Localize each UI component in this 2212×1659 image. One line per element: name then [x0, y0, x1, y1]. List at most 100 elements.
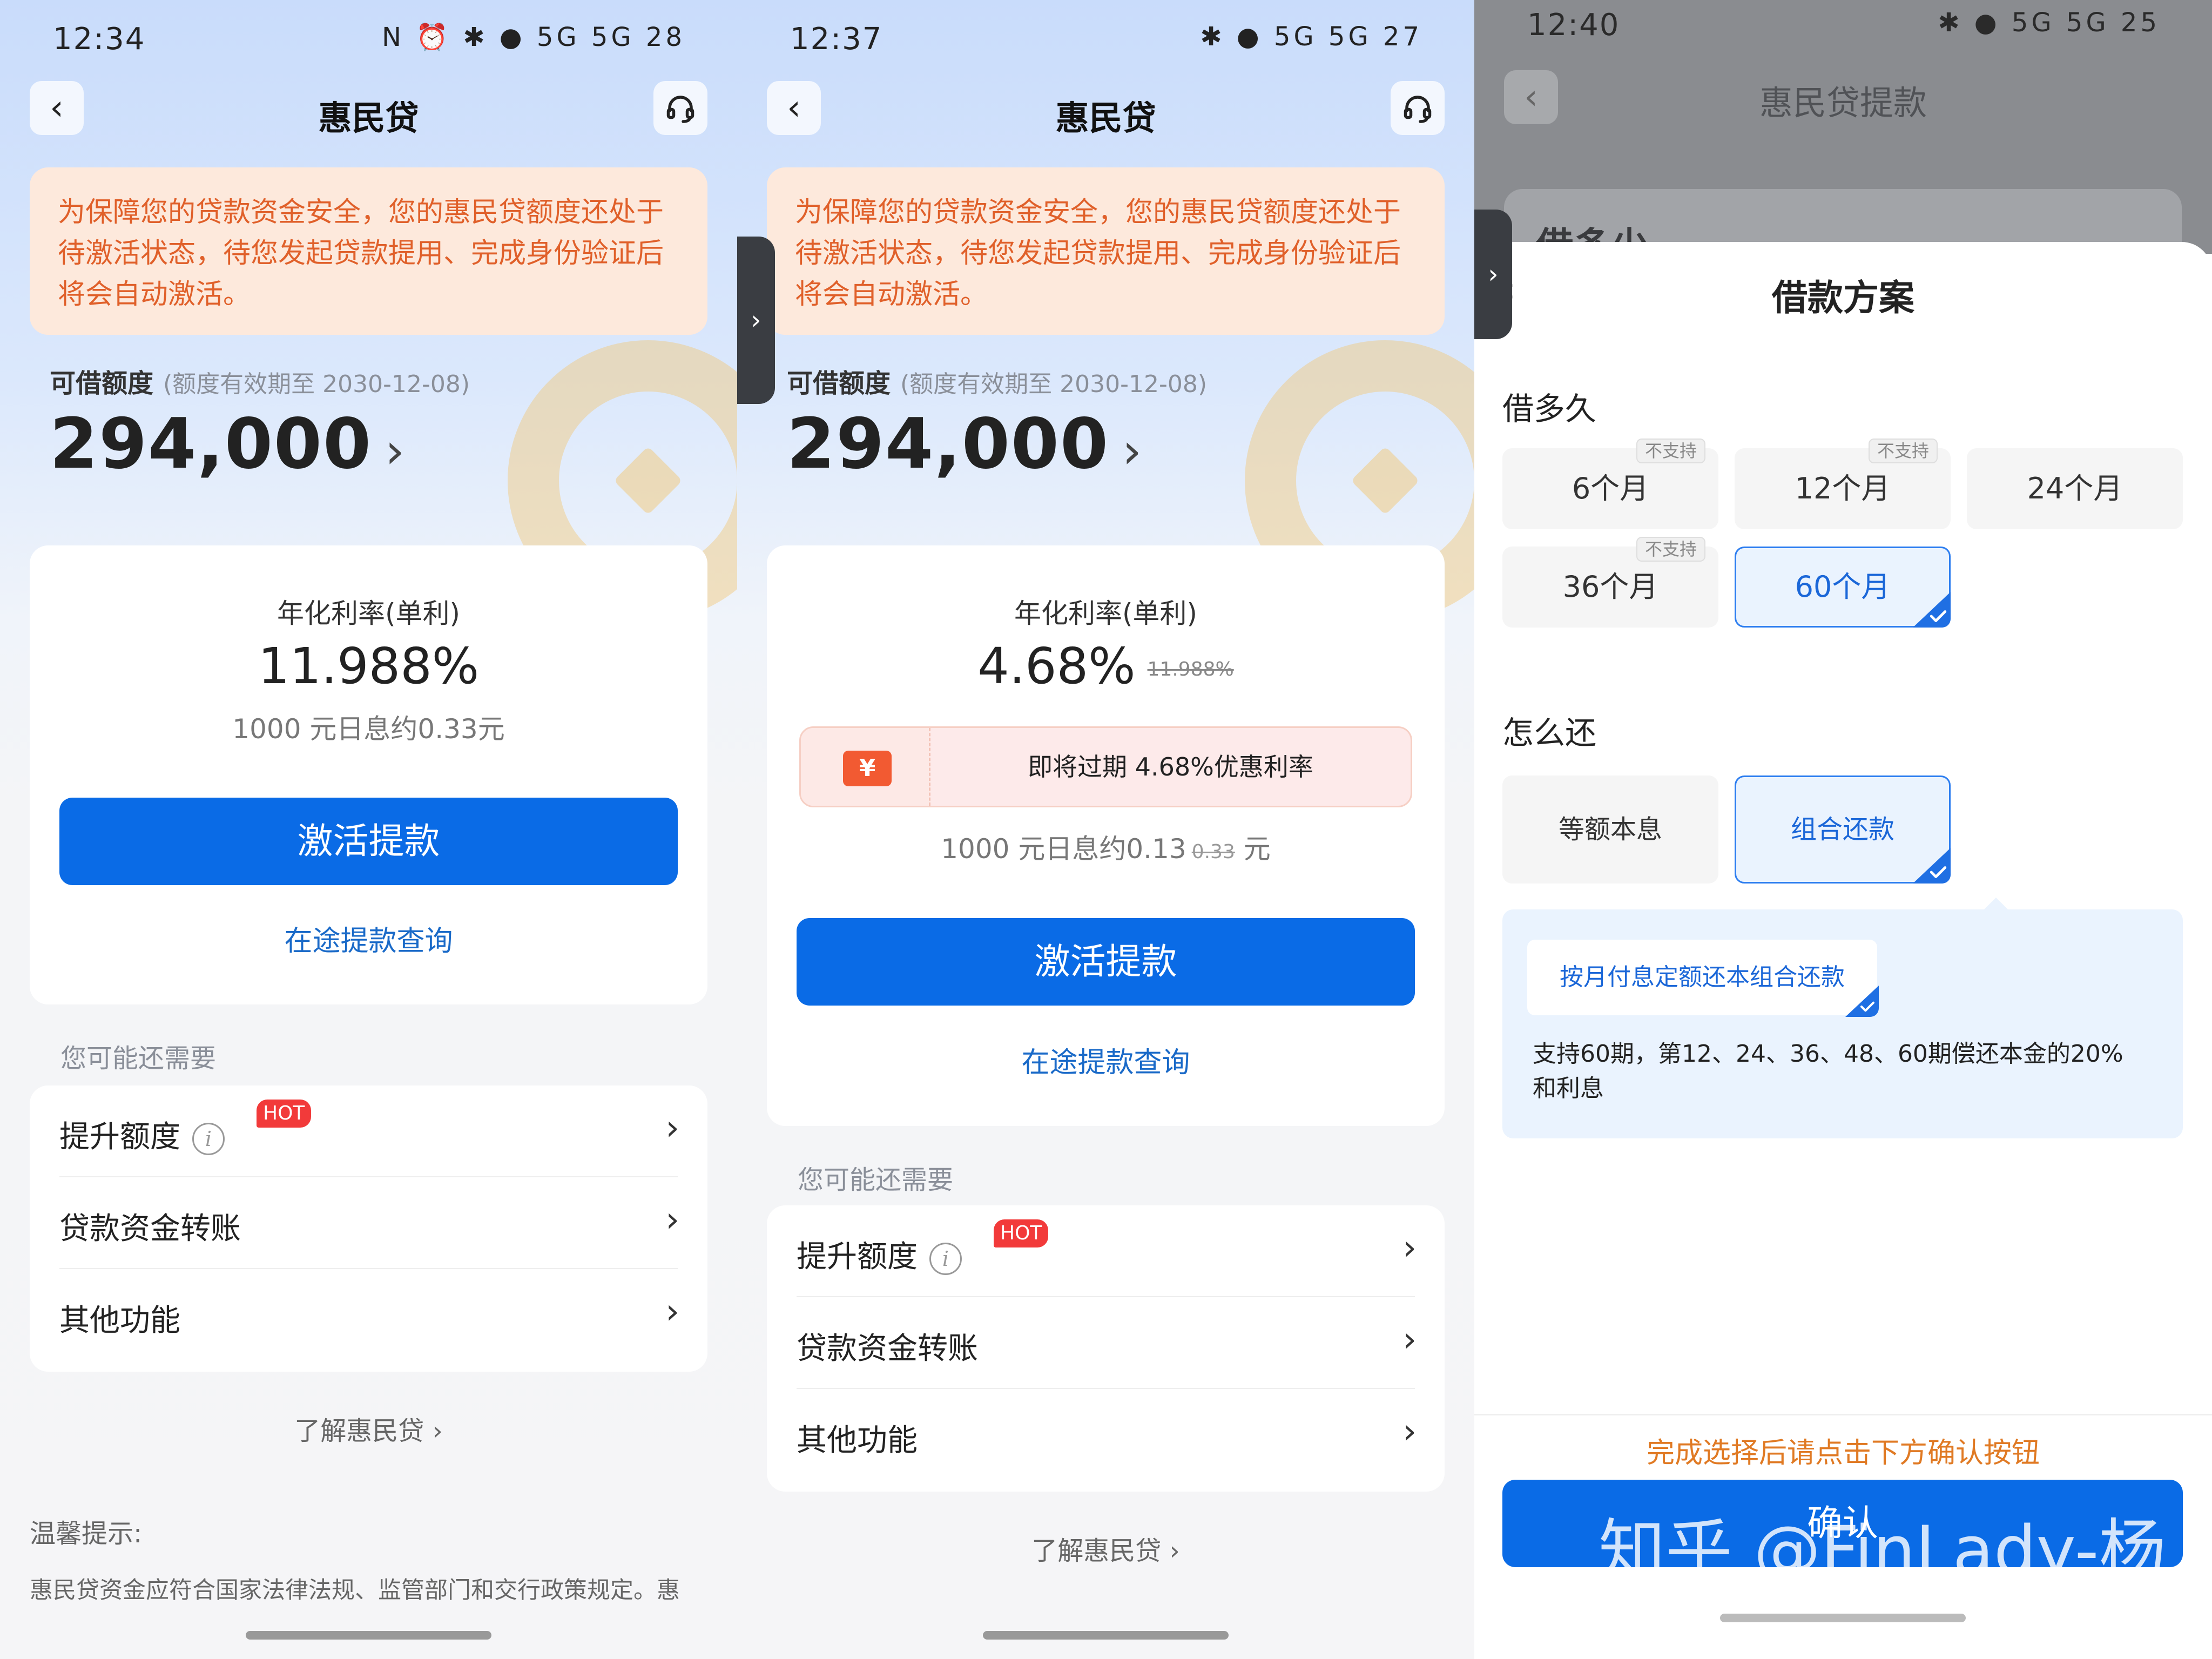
more-list: 提升额度 i HOT › 贷款资金转账 › 其他功能 ›: [767, 1205, 1445, 1492]
chevron-right-icon: ›: [665, 1200, 679, 1240]
term-option-36[interactable]: 36个月 不支持: [1502, 537, 1718, 628]
term-option-60[interactable]: 60个月: [1735, 547, 1951, 628]
list-item-other-functions[interactable]: 其他功能 ›: [767, 1389, 1445, 1481]
home-indicator: [1720, 1614, 1966, 1622]
chevron-right-icon: ›: [1402, 1228, 1417, 1268]
list-item-label: 贷款资金转账: [59, 1211, 241, 1246]
term-option-24[interactable]: 24个月: [1967, 448, 2183, 529]
confirm-hint: 完成选择后请点击下方确认按钮: [1646, 1437, 2040, 1469]
more-section-title: 您可能还需要: [798, 1165, 954, 1195]
selected-check-icon: [1913, 592, 1951, 628]
term-section-title: 借多久: [1502, 390, 1597, 427]
hot-badge: HOT: [994, 1219, 1049, 1247]
screen-panel-1: 12:34 N ⏰ ✱ ● 5G 5G 28 ‹ 惠民贷 为保障您的贷款资金安全…: [0, 0, 737, 1659]
plan-box-pointer: [1983, 898, 2009, 911]
term-option-label: 24个月: [2027, 471, 2123, 505]
page-title: 惠民贷: [318, 98, 419, 138]
hot-badge: HOT: [257, 1100, 312, 1128]
term-option-label: 6个月: [1572, 471, 1649, 505]
term-option-label: 60个月: [1795, 570, 1891, 604]
home-indicator: [983, 1631, 1229, 1640]
old-daily-interest: 0.33: [1191, 841, 1235, 863]
repay-option-equal-installment[interactable]: 等额本息: [1502, 775, 1718, 884]
quota-label-text: 可借额度: [787, 368, 891, 399]
dimmed-background: 12:40 ✱ ● 5G 5G 25 ‹ 惠民贷提款 借多少: [1474, 0, 2212, 297]
nav-bar: ‹ 惠民贷: [0, 81, 737, 146]
daily-interest: 1000 元日息约0.13 0.33 元: [941, 833, 1271, 865]
activate-withdraw-button[interactable]: 激活提款: [797, 918, 1415, 1006]
old-rate-value: 11.988%: [1147, 658, 1234, 681]
quota-amount[interactable]: 294,000 ›: [50, 404, 406, 484]
quota-amount[interactable]: 294,000 ›: [787, 404, 1143, 484]
in-transit-query-link[interactable]: 在途提款查询: [767, 1040, 1445, 1080]
list-item-raise-quota[interactable]: 提升额度 i HOT ›: [767, 1205, 1445, 1297]
promo-text: 即将过期 4.68%优惠利率: [1028, 752, 1313, 781]
screen-panel-2: 12:37 ✱ ● 5G 5G 27 ‹ 惠民贷 为保障您的贷款资金安全，您的惠…: [737, 0, 1474, 1659]
chevron-right-icon: ›: [385, 423, 406, 480]
quota-amount-value: 294,000: [787, 404, 1109, 484]
side-panel-handle[interactable]: ›: [737, 237, 775, 404]
info-icon[interactable]: i: [192, 1122, 225, 1155]
list-item-fund-transfer[interactable]: 贷款资金转账 ›: [30, 1177, 707, 1269]
list-item-label: 其他功能: [797, 1423, 918, 1458]
list-item-label: 提升额度 i: [59, 1112, 225, 1156]
home-indicator: [246, 1631, 491, 1640]
quota-validity: (额度有效期至 2030-12-08): [163, 370, 470, 398]
tip-title: 温馨提示:: [30, 1519, 143, 1549]
info-icon[interactable]: i: [929, 1242, 962, 1275]
status-time: 12:34: [53, 22, 146, 57]
term-option-12[interactable]: 12个月 不支持: [1735, 439, 1951, 529]
status-time: 12:40: [1527, 8, 1620, 43]
activation-notice: 为保障您的贷款资金安全，您的惠民贷额度还处于待激活状态，待您发起贷款提用、完成身…: [30, 167, 707, 335]
quota-label-text: 可借额度: [50, 368, 154, 399]
promo-coupon-area: ¥: [801, 728, 930, 806]
nav-bar: ‹ 惠民贷: [737, 81, 1474, 146]
rate-title: 年化利率(单利): [276, 598, 460, 629]
rate-title: 年化利率(单利): [1014, 598, 1197, 629]
plan-chip[interactable]: 按月付息定额还本组合还款: [1527, 940, 1879, 1017]
plan-chip-label: 按月付息定额还本组合还款: [1560, 963, 1845, 991]
list-item-fund-transfer[interactable]: 贷款资金转账 ›: [767, 1297, 1445, 1389]
promo-banner[interactable]: ¥ 即将过期 4.68%优惠利率: [799, 726, 1412, 807]
page-title: 惠民贷: [1055, 98, 1156, 138]
more-section-title: 您可能还需要: [60, 1043, 217, 1074]
plan-description: 支持60期，第12、24、36、48、60期偿还本金的20%和利息: [1533, 1040, 2123, 1102]
unsupported-tag: 不支持: [1868, 439, 1938, 463]
tip-text: 惠民贷资金应符合国家法律法规、监管部门和交行政策规定。惠: [30, 1577, 680, 1604]
coupon-icon: ¥: [843, 751, 892, 786]
status-bar: 12:37 ✱ ● 5G 5G 27: [737, 0, 1474, 76]
screen-panel-3: 12:40 ✱ ● 5G 5G 25 ‹ 惠民贷提款 借多少 ‹ 借款方案 借多…: [1474, 0, 2212, 1659]
list-item-raise-quota[interactable]: 提升额度 i HOT ›: [30, 1085, 707, 1177]
chevron-right-icon: ›: [665, 1108, 679, 1148]
chevron-right-icon: ›: [1122, 423, 1143, 480]
activate-withdraw-button[interactable]: 激活提款: [59, 798, 678, 885]
unsupported-tag: 不支持: [1636, 439, 1705, 463]
list-item-label: 贷款资金转账: [797, 1331, 978, 1366]
repay-option-label: 组合还款: [1790, 814, 1894, 845]
in-transit-query-link[interactable]: 在途提款查询: [30, 918, 707, 959]
status-bar: 12:34 N ⏰ ✱ ● 5G 5G 28: [0, 0, 737, 76]
side-panel-handle[interactable]: ›: [1474, 210, 1512, 339]
sheet-title: 借款方案: [1772, 277, 1914, 319]
list-item-label: 其他功能: [59, 1303, 180, 1338]
chevron-right-icon: ›: [1402, 1320, 1417, 1360]
term-option-label: 12个月: [1795, 471, 1891, 505]
rate-card: 年化利率(单利) 11.988% 1000 元日息约0.33元 激活提款 在途提…: [30, 545, 707, 1004]
status-icons: ✱ ● 5G 5G 27: [1200, 22, 1422, 52]
list-item-other-functions[interactable]: 其他功能 ›: [30, 1269, 707, 1361]
selected-check-icon: [1845, 986, 1879, 1017]
customer-service-button[interactable]: [653, 81, 707, 135]
quota-validity: (额度有效期至 2030-12-08): [900, 370, 1208, 398]
status-icons: ✱ ● 5G 5G 25: [1938, 8, 2160, 38]
about-link[interactable]: 了解惠民贷 ›: [0, 1410, 737, 1447]
term-option-label: 36个月: [1562, 570, 1658, 604]
daily-interest: 1000 元日息约0.33元: [232, 713, 505, 745]
rate-value: 4.68%: [977, 637, 1136, 695]
repay-option-combined[interactable]: 组合还款: [1735, 775, 1951, 884]
chevron-right-icon: ›: [665, 1292, 679, 1332]
about-link[interactable]: 了解惠民贷 ›: [737, 1529, 1474, 1567]
repay-option-label: 等额本息: [1558, 814, 1662, 845]
customer-service-button[interactable]: [1391, 81, 1445, 135]
term-option-6[interactable]: 6个月 不支持: [1502, 439, 1718, 529]
unsupported-tag: 不支持: [1636, 537, 1705, 562]
